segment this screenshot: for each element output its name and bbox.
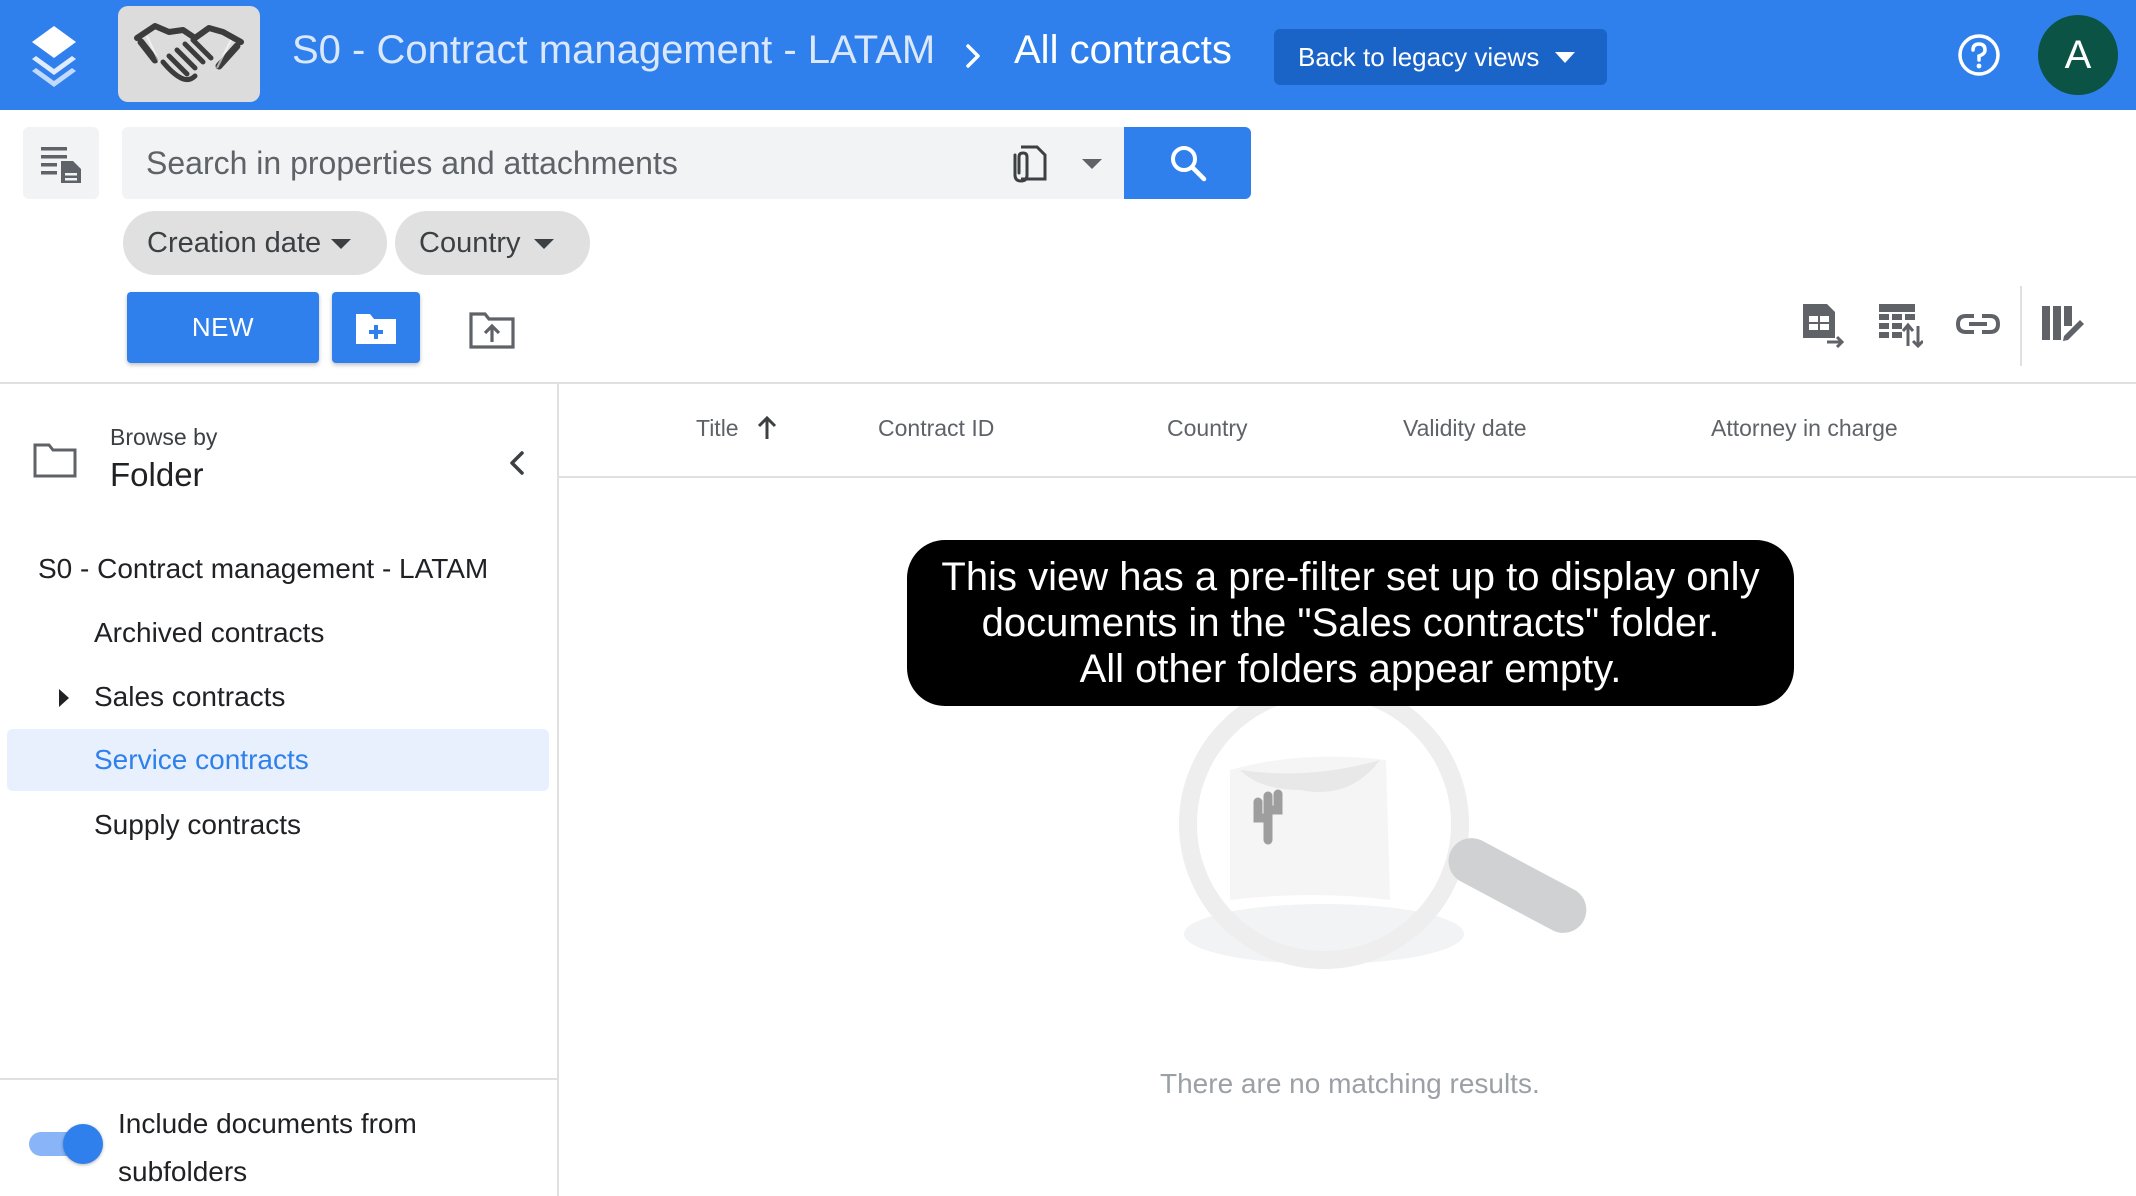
column-header-validity-date[interactable]: Validity date xyxy=(1403,415,1527,442)
callout-line: All other folders appear empty. xyxy=(1079,647,1622,691)
attachment-file-icon[interactable] xyxy=(1007,141,1051,185)
legacy-button-label: Back to legacy views xyxy=(1298,41,1540,72)
column-header-contract-id[interactable]: Contract ID xyxy=(878,415,994,442)
app-bar: S0 - Contract management - LATAM All con… xyxy=(0,0,2136,110)
tutorial-callout: This view has a pre-filter set up to dis… xyxy=(907,540,1794,706)
expand-arrow-icon[interactable] xyxy=(59,689,69,707)
column-header-title[interactable]: Title xyxy=(696,415,739,442)
stacked-diamonds-icon[interactable] xyxy=(28,24,80,88)
create-folder-icon xyxy=(356,313,396,344)
folder-tree-item-label: Archived contracts xyxy=(94,617,325,648)
include-subfolders-toggle[interactable] xyxy=(29,1124,103,1164)
export-sheet-icon[interactable] xyxy=(1797,300,1845,348)
folder-tree-root[interactable]: S0 - Contract management - LATAM xyxy=(38,553,488,585)
chevron-left-icon[interactable] xyxy=(504,447,532,479)
caret-down-icon xyxy=(1082,159,1102,169)
handshake-icon xyxy=(134,23,244,83)
back-to-legacy-views-button[interactable]: Back to legacy views xyxy=(1274,29,1607,85)
include-subfolders-label: Include documents from subfolders xyxy=(118,1108,417,1187)
callout-line: documents in the "Sales contracts" folde… xyxy=(981,601,1720,645)
folder-icon xyxy=(33,443,77,478)
browse-by-label: Browse by xyxy=(110,424,218,450)
sort-ascending-icon[interactable] xyxy=(755,414,779,442)
column-header-attorney-in-charge[interactable]: Attorney in charge xyxy=(1711,415,1898,442)
folder-tree-item-sales-contracts[interactable]: Sales contracts xyxy=(7,666,549,728)
list-document-icon xyxy=(41,147,81,183)
filter-chip-label: Country xyxy=(419,226,521,259)
upload-folder-icon[interactable] xyxy=(468,310,516,350)
search-input[interactable] xyxy=(146,141,966,185)
folder-tree-item-label: Service contracts xyxy=(94,744,309,775)
folder-tree-item-archived-contracts[interactable]: Archived contracts xyxy=(7,602,549,664)
filter-chip-label: Creation date xyxy=(147,226,322,259)
toolbar-divider-line xyxy=(0,382,2136,384)
search-icon xyxy=(1170,146,1206,182)
panel-footer-divider xyxy=(0,1078,557,1080)
user-avatar[interactable]: A xyxy=(2038,15,2118,95)
filter-chip-creation-date[interactable]: Creation date xyxy=(123,211,387,275)
breadcrumb-view-title: All contracts xyxy=(1014,28,1232,72)
filter-chip-country[interactable]: Country xyxy=(395,211,590,275)
app-thumbnail[interactable] xyxy=(118,6,260,102)
new-document-button[interactable]: NEW xyxy=(127,292,319,363)
import-table-icon[interactable] xyxy=(1875,300,1923,348)
chevron-right-icon xyxy=(966,44,980,68)
folder-tree-item-supply-contracts[interactable]: Supply contracts xyxy=(7,794,549,856)
caret-down-icon xyxy=(1555,52,1575,63)
column-header-country[interactable]: Country xyxy=(1167,415,1248,442)
empty-results-message: There are no matching results. xyxy=(1160,1068,1540,1099)
create-folder-button[interactable] xyxy=(332,292,420,363)
search-scope-dropdown[interactable] xyxy=(1072,144,1112,184)
callout-line: This view has a pre-filter set up to dis… xyxy=(941,555,1760,599)
edit-columns-icon[interactable] xyxy=(2038,300,2086,348)
search-bar xyxy=(122,127,1124,199)
panel-divider xyxy=(557,384,559,1196)
toggle-side-panel-button[interactable] xyxy=(23,127,99,199)
empty-results-magnifier-icon xyxy=(1179,690,1587,969)
browse-by-value[interactable]: Folder xyxy=(110,456,204,494)
toolbar-divider xyxy=(2020,286,2022,366)
caret-down-icon xyxy=(534,239,554,249)
toggle-knob xyxy=(63,1124,103,1164)
link-icon[interactable] xyxy=(1954,300,2002,348)
breadcrumb-app-title[interactable]: S0 - Contract management - LATAM xyxy=(292,28,935,73)
folder-tree-item-label: Supply contracts xyxy=(94,809,301,840)
help-circle-icon[interactable] xyxy=(1957,33,2001,77)
folder-tree-item-service-contracts[interactable]: Service contracts xyxy=(7,729,549,791)
table-header-divider xyxy=(559,476,2136,478)
search-button[interactable] xyxy=(1124,127,1251,199)
caret-down-icon xyxy=(331,239,351,249)
folder-tree-item-label: Sales contracts xyxy=(94,681,286,712)
